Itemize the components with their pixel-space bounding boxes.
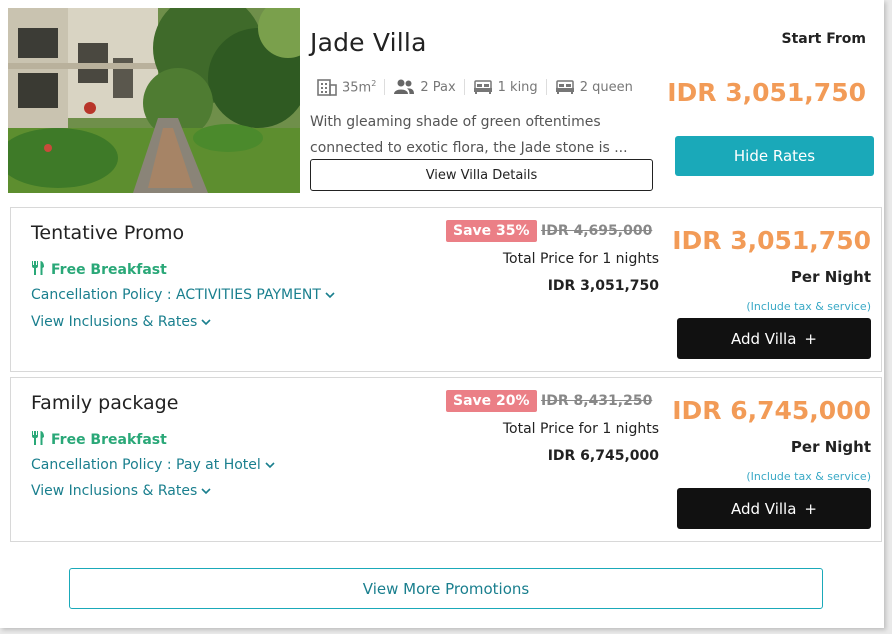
hide-rates-button[interactable]: Hide Rates — [675, 136, 874, 176]
chevron-down-icon — [265, 457, 275, 473]
villa-card: Jade Villa 35m2 2 Pax 1 king 2 queen Wit… — [0, 0, 884, 628]
free-breakfast: Free Breakfast — [31, 430, 167, 450]
amenity-size: 35m2 — [317, 78, 384, 96]
chevron-down-icon — [201, 314, 211, 330]
rate-name: Tentative Promo — [31, 222, 185, 244]
total-price-label: Total Price for 1 nights — [502, 251, 659, 267]
bed-icon — [555, 79, 575, 95]
rate-row: Tentative Promo Free Breakfast Cancellat… — [10, 207, 882, 372]
amenity-king: 1 king — [463, 79, 546, 95]
total-price-label: Total Price for 1 nights — [502, 421, 659, 437]
tax-note: (Include tax & service) — [746, 470, 871, 483]
villa-description-line: connected to exotic flora, the Jade ston… — [310, 140, 628, 156]
view-inclusions-label: View Inclusions & Rates — [31, 483, 198, 499]
cancellation-policy-link[interactable]: Cancellation Policy : ACTIVITIES PAYMENT — [31, 287, 335, 303]
view-more-promotions-button[interactable]: View More Promotions — [69, 568, 823, 609]
chevron-down-icon — [201, 483, 211, 499]
save-badge: Save 35% — [446, 220, 537, 242]
add-villa-button[interactable]: Add Villa + — [677, 318, 871, 359]
amenity-pax-label: 2 Pax — [420, 79, 456, 95]
cancellation-policy-label: Cancellation Policy : Pay at Hotel — [31, 457, 261, 473]
add-villa-label: Add Villa — [730, 329, 797, 348]
rate-price: IDR 3,051,750 — [672, 226, 871, 255]
total-price-value: IDR 6,745,000 — [547, 448, 659, 464]
people-icon — [393, 79, 415, 95]
villa-description-line: With gleaming shade of green oftentimes — [310, 114, 601, 130]
plus-icon: + — [804, 499, 817, 518]
building-icon — [317, 78, 337, 96]
bed-icon — [473, 79, 493, 95]
villa-description: With gleaming shade of green oftentimes … — [310, 109, 630, 161]
start-from-label: Start From — [781, 31, 866, 47]
view-inclusions-label: View Inclusions & Rates — [31, 314, 198, 330]
add-villa-label: Add Villa — [730, 499, 797, 518]
plus-icon: + — [804, 329, 817, 348]
utensils-icon — [31, 430, 45, 450]
original-price: IDR 8,431,250 — [541, 393, 653, 409]
view-villa-details-button[interactable]: View Villa Details — [310, 159, 653, 191]
amenity-size-label: 35m2 — [342, 78, 377, 96]
villa-photo[interactable] — [8, 8, 300, 193]
rate-row: Family package Free Breakfast Cancellati… — [10, 377, 882, 542]
tax-note: (Include tax & service) — [746, 300, 871, 313]
add-villa-button[interactable]: Add Villa + — [677, 488, 871, 529]
chevron-down-icon — [325, 287, 335, 303]
original-price: IDR 4,695,000 — [541, 223, 653, 239]
free-breakfast: Free Breakfast — [31, 260, 167, 280]
rate-price: IDR 6,745,000 — [672, 396, 871, 425]
free-breakfast-label: Free Breakfast — [51, 432, 167, 448]
view-inclusions-link[interactable]: View Inclusions & Rates — [31, 314, 211, 330]
amenity-queen: 2 queen — [545, 79, 641, 95]
villa-title: Jade Villa — [310, 28, 427, 57]
cancellation-policy-label: Cancellation Policy : ACTIVITIES PAYMENT — [31, 287, 321, 303]
amenity-queen-label: 2 queen — [579, 79, 633, 95]
utensils-icon — [31, 260, 45, 280]
view-inclusions-link[interactable]: View Inclusions & Rates — [31, 483, 211, 499]
cancellation-policy-link[interactable]: Cancellation Policy : Pay at Hotel — [31, 457, 275, 473]
save-badge: Save 20% — [446, 390, 537, 412]
amenity-pax: 2 Pax — [384, 79, 463, 95]
free-breakfast-label: Free Breakfast — [51, 262, 167, 278]
rate-name: Family package — [31, 392, 179, 414]
per-night-label: Per Night — [790, 438, 871, 456]
villa-amenities: 35m2 2 Pax 1 king 2 queen — [317, 72, 641, 102]
per-night-label: Per Night — [790, 268, 871, 286]
total-price-value: IDR 3,051,750 — [547, 278, 659, 294]
amenity-king-label: 1 king — [497, 79, 538, 95]
start-price: IDR 3,051,750 — [667, 78, 866, 107]
